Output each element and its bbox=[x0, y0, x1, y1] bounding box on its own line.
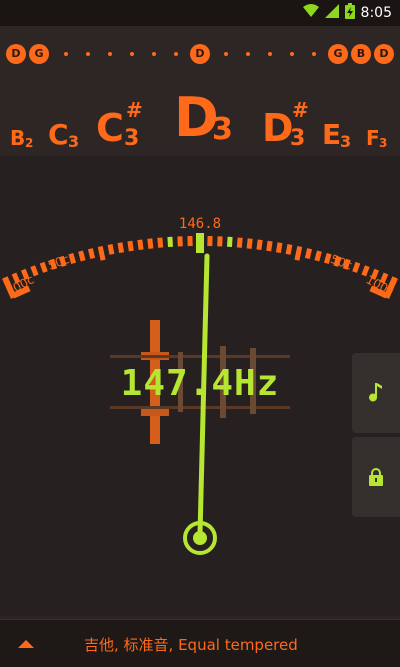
string-dot-1[interactable]: D bbox=[6, 44, 26, 64]
string-dot-3[interactable]: D bbox=[190, 44, 210, 64]
spectrum-line bbox=[110, 355, 290, 358]
string-indicator-row: D G D G B D bbox=[0, 44, 400, 64]
bottom-bar: 吉他, 标准音, Equal tempered bbox=[0, 619, 400, 667]
status-icons: 8:05 bbox=[302, 3, 392, 23]
spectrum-bar bbox=[141, 408, 169, 416]
expand-button[interactable] bbox=[14, 634, 38, 654]
gauge-tick bbox=[323, 253, 332, 264]
note-panel: D G D G B D B 2 C 3 C # 3 D 3 D # 3 E 3 … bbox=[0, 26, 400, 156]
gauge-tick bbox=[167, 236, 173, 248]
string-tick bbox=[152, 52, 156, 56]
gauge-tick bbox=[97, 245, 106, 261]
string-tick bbox=[290, 52, 294, 56]
string-tick bbox=[64, 52, 68, 56]
gauge-tick bbox=[352, 261, 361, 273]
status-time: 8:05 bbox=[360, 5, 392, 21]
scale-label-left-50: 50c bbox=[46, 252, 71, 273]
string-tick bbox=[86, 52, 90, 56]
note-scale: B 2 C 3 C # 3 D 3 D # 3 E 3 F 3 bbox=[0, 86, 400, 156]
string-dot-4[interactable]: G bbox=[328, 44, 348, 64]
note-d3-current[interactable]: D 3 bbox=[174, 86, 233, 149]
music-note-icon bbox=[369, 383, 382, 402]
gauge-tick bbox=[147, 238, 154, 249]
note-mode-button[interactable] bbox=[352, 353, 400, 433]
scale-label-right-50: 50c bbox=[329, 252, 354, 273]
note-f3[interactable]: F 3 bbox=[366, 126, 387, 150]
frequency-readout: 147.4Hz bbox=[120, 363, 280, 404]
target-tick bbox=[196, 233, 204, 253]
gauge-tick bbox=[314, 250, 322, 262]
gauge-tick bbox=[78, 250, 86, 262]
signal-icon bbox=[324, 4, 339, 22]
string-dot-2[interactable]: G bbox=[29, 44, 49, 64]
note-d-sharp-3[interactable]: D # 3 bbox=[262, 98, 309, 151]
gauge-tick bbox=[157, 237, 164, 248]
gauge-tick bbox=[117, 242, 125, 253]
string-tick bbox=[108, 52, 112, 56]
needle-pivot bbox=[193, 531, 207, 545]
target-frequency: 146.8 bbox=[179, 216, 221, 232]
gauge-tick bbox=[68, 253, 77, 264]
tuning-selector[interactable]: 吉他, 标准音, Equal tempered bbox=[84, 634, 298, 655]
gauge-tick bbox=[361, 265, 370, 277]
string-tick bbox=[246, 52, 250, 56]
wifi-icon bbox=[302, 4, 319, 22]
spectrum-line bbox=[110, 406, 290, 409]
gauge-tick bbox=[227, 236, 233, 248]
gauge-tick bbox=[294, 245, 303, 261]
gauge-tick bbox=[285, 244, 293, 255]
gauge-tick bbox=[39, 261, 48, 273]
gauge-tick bbox=[107, 244, 115, 255]
note-c-sharp-3[interactable]: C # 3 bbox=[96, 98, 143, 151]
gauge-tick bbox=[127, 240, 134, 252]
triangle-up-icon bbox=[18, 640, 34, 648]
lock-icon bbox=[369, 468, 383, 486]
note-b2[interactable]: B 2 bbox=[10, 126, 33, 150]
string-tick bbox=[130, 52, 134, 56]
battery-icon bbox=[344, 3, 355, 23]
target-marker bbox=[196, 233, 204, 253]
gauge-tick bbox=[137, 239, 144, 251]
gauge-tick bbox=[87, 248, 96, 259]
string-tick bbox=[268, 52, 272, 56]
gauge-tick bbox=[275, 242, 283, 253]
gauge-tick bbox=[246, 238, 253, 249]
string-tick bbox=[312, 52, 316, 56]
note-c3[interactable]: C 3 bbox=[48, 118, 79, 151]
gauge-tick bbox=[304, 248, 313, 259]
gauge-tick bbox=[236, 237, 243, 248]
string-dot-5[interactable]: B bbox=[351, 44, 371, 64]
string-tick bbox=[224, 52, 228, 56]
gauge-tick bbox=[30, 265, 39, 277]
note-e3[interactable]: E 3 bbox=[322, 118, 351, 151]
string-tick bbox=[174, 52, 178, 56]
status-bar: 8:05 bbox=[0, 0, 400, 26]
lock-button[interactable] bbox=[352, 437, 400, 517]
gauge-tick bbox=[256, 239, 263, 251]
gauge-tick bbox=[266, 240, 273, 252]
string-dot-6[interactable]: D bbox=[374, 44, 394, 64]
